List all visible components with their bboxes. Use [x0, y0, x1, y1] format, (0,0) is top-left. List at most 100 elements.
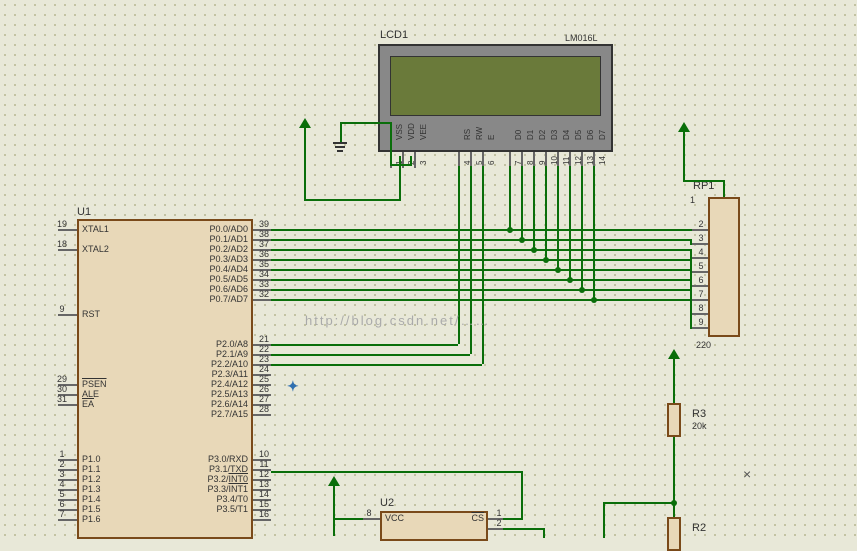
- u1-pin-num: 14: [255, 489, 273, 499]
- lcd-pin-label: VDD: [407, 123, 416, 140]
- wire: [593, 166, 595, 299]
- pin-stub: [362, 518, 380, 520]
- power-symbol: [678, 122, 690, 132]
- wire: [340, 122, 390, 124]
- u1-pin-label: P3.4/T0: [150, 494, 248, 504]
- wire: [533, 166, 535, 249]
- lcd-pin-num: 14: [598, 156, 607, 165]
- r3-value: 20k: [692, 421, 707, 431]
- rp1-pin-num: 7: [694, 289, 708, 299]
- u1-pin-label: P1.4: [82, 494, 101, 504]
- u1-pin-num: 2: [50, 459, 74, 469]
- lcd-ref: LCD1: [380, 29, 408, 41]
- wire: [545, 166, 547, 259]
- wire: [521, 166, 523, 239]
- u1-pin-label: P1.0: [82, 454, 101, 464]
- r2-ref: R2: [692, 522, 706, 534]
- wire: [333, 486, 335, 536]
- lcd-pin-label: E: [487, 135, 496, 140]
- junction: [591, 297, 597, 303]
- rp1-pin-num: 3: [694, 233, 708, 243]
- u1-pin-label: P1.2: [82, 474, 101, 484]
- u1-pin-label: P0.1/AD1: [150, 234, 248, 244]
- wire: [708, 180, 724, 182]
- junction: [543, 257, 549, 263]
- u1-pin-num: 19: [50, 219, 74, 229]
- wire: [723, 180, 725, 197]
- u1-pin-label: P1.6: [82, 514, 101, 524]
- pin-stub: [58, 229, 77, 231]
- wire: [683, 132, 685, 180]
- junction: [519, 237, 525, 243]
- rp1-top-pin: 1: [690, 195, 695, 205]
- wire: [673, 437, 675, 457]
- pin-stub: [58, 519, 77, 521]
- u2-pin-num: 1: [492, 508, 506, 518]
- u1-pin-label: P3.3/INT1: [150, 484, 248, 494]
- u1-pin-label: P2.1/A9: [150, 349, 248, 359]
- wire: [271, 344, 458, 346]
- power-symbol: [668, 349, 680, 359]
- u1-pin-label: P3.1/TXD: [150, 464, 248, 474]
- pin-stub: [253, 299, 271, 301]
- lcd-pin-label: D2: [538, 130, 547, 140]
- pin-stub: [692, 327, 708, 329]
- u1-pin-num: 26: [255, 384, 273, 394]
- rp1-pin-num: 8: [694, 303, 708, 313]
- wire: [690, 249, 692, 259]
- u1-pin-label: EA: [82, 399, 94, 409]
- u1-pin-label: P2.3/A11: [150, 369, 248, 379]
- u1-pin-label: P0.5/AD5: [150, 274, 248, 284]
- lcd-pin-label: VSS: [395, 124, 404, 140]
- lcd-pin-label: RW: [475, 127, 484, 140]
- r2-component: [667, 517, 681, 551]
- rp1-pin-num: 5: [694, 261, 708, 271]
- lcd-pin-label: D5: [574, 130, 583, 140]
- u2-pin-label: CS: [440, 513, 484, 523]
- rp1-component: [708, 197, 740, 337]
- junction: [531, 247, 537, 253]
- u1-pin-num: 6: [50, 499, 74, 509]
- pin-stub: [692, 313, 708, 315]
- u1-pin-label: P2.6/A14: [150, 399, 248, 409]
- u1-pin-num: 4: [50, 479, 74, 489]
- u1-pin-label: P3.2/INT0: [150, 474, 248, 484]
- wire: [340, 122, 342, 142]
- u1-pin-num: 27: [255, 394, 273, 404]
- wire: [399, 156, 401, 201]
- wire: [690, 299, 692, 329]
- u1-pin-label: P2.2/A10: [150, 359, 248, 369]
- junction: [579, 287, 585, 293]
- close-icon: ×: [743, 466, 751, 482]
- r3-ref: R3: [692, 408, 706, 420]
- u1-pin-num: 31: [50, 394, 74, 404]
- u1-pin-label: P0.6/AD6: [150, 284, 248, 294]
- r3-component: [667, 403, 681, 437]
- u1-pin-label: XTAL1: [82, 224, 109, 234]
- watermark-text: http://blog.csdn.net/……: [305, 313, 490, 328]
- power-symbol: [299, 118, 311, 128]
- pin-stub: [58, 314, 77, 316]
- wire: [503, 528, 543, 530]
- lcd-pin-num: 3: [419, 161, 428, 165]
- u1-pin-label: P3.5/T1: [150, 504, 248, 514]
- u1-pin-label: P2.7/A15: [150, 409, 248, 419]
- wire: [390, 164, 410, 166]
- u1-pin-num: 3: [50, 469, 74, 479]
- wire: [333, 518, 363, 520]
- lcd-pin-label: VEE: [419, 124, 428, 140]
- rp1-pin-num: 9: [694, 317, 708, 327]
- wire: [569, 166, 571, 279]
- wire: [271, 354, 470, 356]
- ground-symbol: [333, 142, 347, 152]
- power-symbol: [328, 476, 340, 486]
- u1-pin-num: 10: [255, 449, 273, 459]
- u1-pin-label: P0.0/AD0: [150, 224, 248, 234]
- u1-pin-num: 39: [255, 219, 273, 229]
- wire: [271, 471, 521, 473]
- u1-pin-num: 25: [255, 374, 273, 384]
- pin-stub: [692, 285, 708, 287]
- pin-stub: [58, 249, 77, 251]
- wire: [271, 364, 482, 366]
- u1-pin-label: P0.4/AD4: [150, 264, 248, 274]
